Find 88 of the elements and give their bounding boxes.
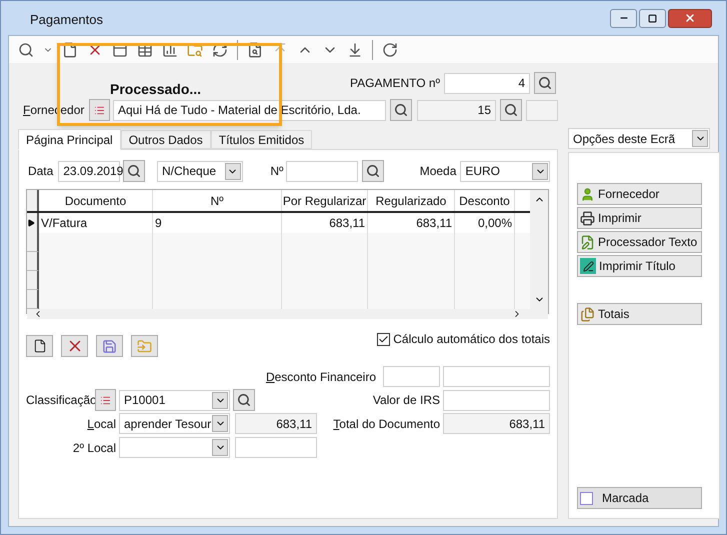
new-line-button[interactable] — [26, 335, 53, 357]
save-icon — [102, 338, 117, 354]
number-field[interactable] — [286, 160, 358, 182]
payment-number-field[interactable]: 4 — [444, 72, 530, 94]
search-icon — [237, 393, 251, 407]
classification-select[interactable]: P10001 — [119, 390, 230, 410]
list-icon — [100, 394, 111, 406]
checkbox[interactable] — [580, 492, 593, 504]
document-total-label: Total do Documento — [333, 416, 440, 432]
side-button[interactable]: Imprimir — [577, 207, 702, 229]
currency-label: Moeda — [420, 163, 456, 180]
date-field[interactable]: 23.09.2019 — [58, 160, 120, 182]
irs-field[interactable] — [443, 390, 550, 410]
column-header[interactable]: Por Regularizar — [282, 190, 368, 211]
search-button[interactable] — [390, 99, 412, 121]
window-title: Pagamentos — [30, 11, 103, 30]
irs-label: Valor de IRS — [372, 392, 440, 409]
documents-icon — [580, 306, 595, 322]
printer-icon — [580, 210, 595, 226]
local-select[interactable]: aprender Tesour — [119, 413, 230, 434]
second-local-field[interactable] — [235, 437, 317, 458]
new-file-icon[interactable] — [62, 42, 78, 58]
row-header[interactable] — [27, 233, 39, 252]
marked-toggle[interactable]: Marcada — [577, 487, 702, 509]
search-button[interactable] — [534, 72, 556, 94]
search-button[interactable] — [500, 99, 522, 121]
list-button[interactable] — [89, 99, 110, 121]
pen-icon — [580, 258, 596, 274]
discount-percent-field[interactable] — [383, 366, 440, 387]
column-header[interactable]: Nº — [153, 190, 282, 211]
row-header[interactable] — [27, 271, 39, 290]
tab[interactable]: Página Principal — [18, 129, 121, 150]
document-total-field[interactable]: 683,11 — [443, 413, 550, 434]
payment-label: PAGAMENTO nº — [350, 75, 440, 92]
list-button[interactable] — [95, 389, 116, 411]
vertical-scrollbar[interactable] — [530, 190, 548, 309]
currency-select[interactable]: EURO — [460, 160, 550, 182]
second-local-label: 2º Local — [72, 440, 116, 456]
maximize-button[interactable] — [639, 8, 666, 28]
delete-line-button[interactable] — [61, 335, 88, 357]
last-record-icon[interactable] — [347, 42, 363, 58]
row-header[interactable] — [27, 290, 39, 309]
search-button[interactable] — [362, 160, 384, 182]
person-icon — [580, 186, 595, 202]
tab[interactable]: Títulos Emitidos — [210, 130, 312, 149]
number-label: Nº — [270, 163, 284, 180]
maximize-icon — [648, 14, 657, 22]
row-header[interactable] — [27, 252, 39, 271]
document-pen-icon — [580, 234, 595, 250]
empty-field[interactable] — [526, 100, 558, 120]
checkbox[interactable] — [377, 332, 390, 346]
cheque-type-select[interactable]: N/Cheque — [157, 160, 243, 182]
side-button[interactable]: Fornecedor — [577, 183, 702, 205]
side-button[interactable]: Imprimir Título — [577, 255, 702, 277]
folder-import-icon — [137, 338, 152, 354]
tab[interactable]: Outros Dados — [120, 130, 211, 149]
financial-discount-label: Desconto Financeiro — [266, 368, 376, 386]
local-label: Local — [86, 416, 116, 432]
row-header[interactable] — [27, 213, 39, 233]
horizontal-scrollbar[interactable] — [27, 309, 548, 319]
date-label: Data — [28, 163, 54, 180]
search-icon — [366, 164, 380, 178]
list-icon — [94, 104, 105, 116]
save-line-button[interactable] — [96, 335, 123, 357]
new-file-icon — [32, 339, 46, 353]
column-header[interactable]: Regularizado — [368, 190, 455, 211]
search-icon — [538, 76, 552, 90]
screen-options-select[interactable]: Opções deste Ecrã — [568, 128, 710, 149]
close-icon — [684, 12, 696, 24]
supplier-name-field[interactable]: Aqui Há de Tudo - Material de Escritório, Lda. — [113, 100, 386, 120]
reload-icon[interactable] — [382, 42, 398, 58]
supplier-code-field[interactable]: 15 — [417, 100, 496, 120]
search-icon — [394, 103, 408, 117]
search-icon — [127, 164, 142, 178]
side-button[interactable]: Processador Texto — [577, 231, 702, 253]
side-button[interactable]: Totais — [577, 303, 702, 325]
auto-totals-label: Cálculo automático dos totais — [393, 331, 550, 348]
search-icon[interactable] — [18, 42, 34, 58]
close-button[interactable] — [668, 8, 712, 28]
local-amount-field[interactable]: 683,11 — [235, 413, 317, 434]
discount-value-field[interactable] — [443, 366, 550, 387]
search-button[interactable] — [233, 389, 255, 411]
search-icon — [504, 103, 518, 117]
current-row-icon — [27, 219, 35, 227]
search-button[interactable] — [123, 160, 146, 182]
file-search-icon[interactable] — [247, 42, 263, 58]
column-header[interactable]: Desconto — [455, 190, 515, 211]
column-header[interactable]: Documento — [39, 190, 153, 211]
